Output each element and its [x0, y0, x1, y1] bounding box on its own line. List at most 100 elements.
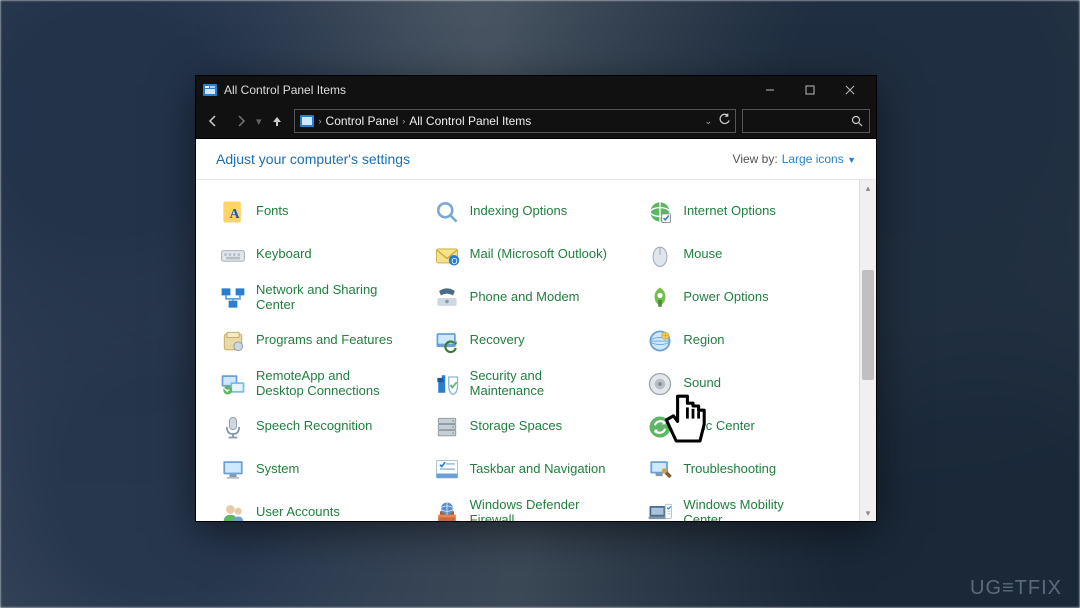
cp-item-label: Speech Recognition [256, 419, 372, 434]
security-icon [432, 369, 462, 399]
titlebar: All Control Panel Items [196, 76, 876, 104]
cp-item-label: Programs and Features [256, 333, 393, 348]
cp-item-keyboard[interactable]: Keyboard [214, 233, 426, 276]
cp-item-region[interactable]: Region [641, 319, 853, 362]
cp-item-fonts[interactable]: A Fonts [214, 190, 426, 233]
address-icon [299, 113, 315, 129]
user-accounts-icon [218, 498, 248, 522]
speech-icon [218, 412, 248, 442]
cp-item-defender[interactable]: Windows Defender Firewall [428, 491, 640, 521]
cp-item-label: Keyboard [256, 247, 312, 262]
minimize-button[interactable] [750, 76, 790, 104]
remoteapp-icon [218, 369, 248, 399]
subheader: Adjust your computer's settings View by:… [196, 139, 876, 180]
sound-icon [645, 369, 675, 399]
cp-item-label: Mouse [683, 247, 722, 262]
cp-item-phone-modem[interactable]: Phone and Modem [428, 276, 640, 319]
back-button[interactable] [202, 110, 224, 132]
cp-item-power[interactable]: Power Options [641, 276, 853, 319]
items-grid: A Fonts Indexing Options Internet Options Ke… [196, 180, 859, 521]
cp-item-remoteapp[interactable]: RemoteApp and Desktop Connections [214, 362, 426, 405]
cp-item-internet-options[interactable]: Internet Options [641, 190, 853, 233]
cp-item-taskbar[interactable]: Taskbar and Navigation [428, 448, 640, 491]
view-by-label: View by: [733, 152, 778, 166]
scrollbar[interactable]: ▴ ▾ [859, 180, 876, 521]
cp-item-system[interactable]: System [214, 448, 426, 491]
internet-options-icon [645, 197, 675, 227]
page-title: Adjust your computer's settings [216, 151, 410, 167]
sync-icon [645, 412, 675, 442]
troubleshoot-icon [645, 455, 675, 485]
up-button[interactable] [266, 110, 288, 132]
network-icon [218, 283, 248, 313]
scroll-up[interactable]: ▴ [860, 180, 876, 196]
address-bar[interactable]: › Control Panel› All Control Panel Items… [294, 109, 736, 133]
cp-item-label: Fonts [256, 204, 289, 219]
maximize-button[interactable] [790, 76, 830, 104]
cp-item-mail[interactable]: O Mail (Microsoft Outlook) [428, 233, 640, 276]
cp-item-label: Phone and Modem [470, 290, 580, 305]
cp-item-label: User Accounts [256, 505, 340, 520]
cp-item-label: Sound [683, 376, 721, 391]
recovery-icon [432, 326, 462, 356]
close-button[interactable] [830, 76, 870, 104]
cp-item-mouse[interactable]: Mouse [641, 233, 853, 276]
cp-item-sound[interactable]: Sound [641, 362, 853, 405]
refresh-button[interactable] [718, 113, 731, 129]
history-dropdown[interactable]: ▾ [256, 115, 262, 128]
cp-item-label: Taskbar and Navigation [470, 462, 606, 477]
cp-item-label: Windows Mobility Center [683, 498, 823, 521]
cp-item-storage[interactable]: Storage Spaces [428, 405, 640, 448]
programs-icon [218, 326, 248, 356]
mouse-icon [645, 240, 675, 270]
cp-item-sync[interactable]: Sync Center [641, 405, 853, 448]
keyboard-icon [218, 240, 248, 270]
cp-item-label: Region [683, 333, 724, 348]
storage-icon [432, 412, 462, 442]
app-icon [202, 82, 218, 98]
svg-text:A: A [230, 207, 241, 222]
navbar: ▾ › Control Panel› All Control Panel Ite… [196, 104, 876, 139]
watermark: UG≡TFIX [970, 577, 1062, 600]
indexing-icon [432, 197, 462, 227]
mail-icon: O [432, 240, 462, 270]
cp-item-label: Sync Center [683, 419, 755, 434]
cp-item-label: Storage Spaces [470, 419, 563, 434]
cp-item-network[interactable]: Network and Sharing Center [214, 276, 426, 319]
cp-item-label: System [256, 462, 299, 477]
cp-item-mobility[interactable]: Windows Mobility Center [641, 491, 853, 521]
content-area: A Fonts Indexing Options Internet Options Ke… [196, 180, 876, 521]
system-icon [218, 455, 248, 485]
cp-item-indexing[interactable]: Indexing Options [428, 190, 640, 233]
search-input[interactable] [742, 109, 870, 133]
window-title: All Control Panel Items [224, 83, 346, 97]
region-icon [645, 326, 675, 356]
power-icon [645, 283, 675, 313]
cp-item-speech[interactable]: Speech Recognition [214, 405, 426, 448]
cp-item-label: Internet Options [683, 204, 776, 219]
breadcrumb-control-panel[interactable]: Control Panel› [326, 114, 406, 128]
cp-item-troubleshoot[interactable]: Troubleshooting [641, 448, 853, 491]
cp-item-recovery[interactable]: Recovery [428, 319, 640, 362]
cp-item-programs[interactable]: Programs and Features [214, 319, 426, 362]
cp-item-label: Recovery [470, 333, 525, 348]
cp-item-user-accounts[interactable]: User Accounts [214, 491, 426, 521]
cp-item-label: Indexing Options [470, 204, 568, 219]
cp-item-label: Mail (Microsoft Outlook) [470, 247, 607, 262]
search-icon [851, 115, 863, 127]
scroll-thumb[interactable] [862, 270, 874, 380]
control-panel-window: All Control Panel Items ▾ [195, 75, 877, 522]
cp-item-label: Troubleshooting [683, 462, 776, 477]
breadcrumb-all-items[interactable]: All Control Panel Items [409, 114, 531, 128]
forward-button[interactable] [230, 110, 252, 132]
svg-text:O: O [451, 256, 457, 265]
defender-icon [432, 498, 462, 522]
mobility-icon [645, 498, 675, 522]
phone-modem-icon [432, 283, 462, 313]
cp-item-label: Security and Maintenance [470, 369, 610, 399]
view-by-select[interactable]: Large icons ▼ [782, 152, 856, 166]
scroll-down[interactable]: ▾ [860, 505, 876, 521]
cp-item-label: Windows Defender Firewall [470, 498, 610, 521]
cp-item-security[interactable]: Security and Maintenance [428, 362, 640, 405]
breadcrumb-dropdown[interactable]: ⌄ [704, 116, 712, 127]
